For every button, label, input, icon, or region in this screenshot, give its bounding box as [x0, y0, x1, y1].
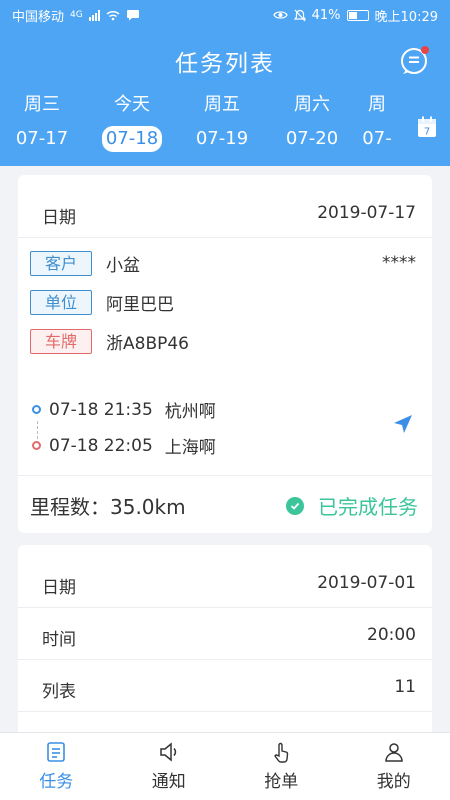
mileage: 里程数：35.0km — [30, 495, 186, 519]
customer-tag: 客户 — [30, 251, 92, 276]
status-text: 已完成任务 — [318, 495, 418, 519]
header: 中国移动 4G 41% 晚上10:29 任务列表 周三 07-17 今天 07-… — [0, 0, 450, 166]
day-item-4[interactable]: 周 07- — [352, 92, 402, 152]
task-card[interactable]: 日期 2019-07-17 客户 小盆 **** 单位 阿里巴巴 车牌 浙A8B… — [18, 175, 432, 533]
day-selector: 周三 07-17 今天 07-18 周五 07-19 周六 07-20 周 07… — [0, 92, 450, 160]
day-item-today[interactable]: 今天 07-18 — [92, 92, 172, 152]
wifi-icon — [106, 10, 120, 20]
plate-number: 浙A8BP46 — [106, 334, 189, 354]
page-title: 任务列表 — [175, 51, 275, 77]
calendar-day: 7 — [424, 127, 430, 138]
tab-mine[interactable]: 我的 — [338, 733, 450, 800]
list-label: 列表 — [42, 682, 76, 702]
unit-tag: 单位 — [30, 290, 92, 315]
user-icon — [384, 743, 403, 762]
tab-tasks[interactable]: 任务 — [0, 733, 113, 800]
route-end: 07-18 22:05 上海啊 — [32, 433, 216, 458]
calendar-icon[interactable]: 7 — [417, 116, 437, 138]
status-bar: 中国移动 4G 41% 晚上10:29 — [0, 0, 450, 30]
day-date: 07- — [362, 128, 392, 149]
day-item-2[interactable]: 周五 07-19 — [182, 92, 262, 152]
signal-icon — [88, 9, 100, 21]
date-value: 2019-07-01 — [317, 573, 416, 593]
tab-label: 我的 — [376, 772, 411, 792]
check-circle-icon — [286, 496, 304, 515]
speaker-icon — [160, 742, 176, 762]
battery-percent: 41% — [311, 7, 341, 23]
date-label: 日期 — [42, 578, 76, 598]
day-item-0[interactable]: 周三 07-17 — [2, 92, 82, 152]
day-weekday: 周五 — [204, 94, 240, 115]
task-card[interactable]: 日期 2019-07-01 时间 20:00 列表 11 — [18, 545, 432, 735]
battery-icon — [346, 9, 369, 21]
day-date: 07-17 — [15, 128, 69, 149]
hand-tap-icon — [274, 742, 289, 763]
start-dot-icon — [32, 405, 41, 414]
day-weekday: 周三 — [24, 94, 60, 115]
day-weekday: 今天 — [114, 94, 150, 115]
status-badge: 已完成任务 — [286, 491, 418, 520]
masked-info: **** — [382, 253, 416, 273]
tab-label: 抢单 — [264, 772, 299, 792]
day-date: 07-19 — [195, 128, 249, 149]
day-item-3[interactable]: 周六 07-20 — [272, 92, 352, 152]
route-start: 07-18 21:35 杭州啊 — [32, 397, 216, 422]
eye-icon — [272, 11, 288, 19]
task-list-icon — [47, 742, 66, 762]
date-label: 日期 — [42, 208, 76, 228]
end-time: 07-18 22:05 — [49, 435, 153, 456]
end-place: 上海啊 — [164, 438, 216, 458]
end-dot-icon — [32, 441, 41, 450]
day-date: 07-20 — [285, 128, 339, 149]
bottom-nav: 任务 通知 抢单 我的 — [0, 732, 450, 800]
unit-name: 阿里巴巴 — [106, 295, 174, 315]
customer-name: 小盆 — [106, 256, 140, 276]
chat-icon[interactable] — [400, 46, 430, 76]
time-label: 时间 — [42, 630, 76, 650]
date-value: 2019-07-17 — [317, 203, 416, 223]
start-time: 07-18 21:35 — [49, 399, 153, 420]
chat-bubble-icon — [126, 10, 139, 21]
start-place: 杭州啊 — [164, 402, 216, 422]
network-type: 4G — [70, 10, 83, 20]
tab-notifications[interactable]: 通知 — [113, 733, 226, 800]
navigation-arrow-icon[interactable] — [392, 413, 414, 435]
time-value: 20:00 — [367, 625, 416, 645]
tab-label: 通知 — [151, 772, 186, 792]
plate-tag: 车牌 — [30, 329, 92, 354]
list-value: 11 — [394, 677, 416, 697]
clock: 晚上10:29 — [374, 9, 438, 25]
mute-bell-icon — [293, 9, 306, 21]
tab-grab-order[interactable]: 抢单 — [225, 733, 338, 800]
tab-label: 任务 — [39, 772, 74, 792]
day-weekday: 周六 — [294, 94, 330, 115]
carrier: 中国移动 — [12, 9, 65, 25]
day-weekday: 周 — [368, 94, 386, 115]
day-date: 07-18 — [101, 126, 163, 152]
